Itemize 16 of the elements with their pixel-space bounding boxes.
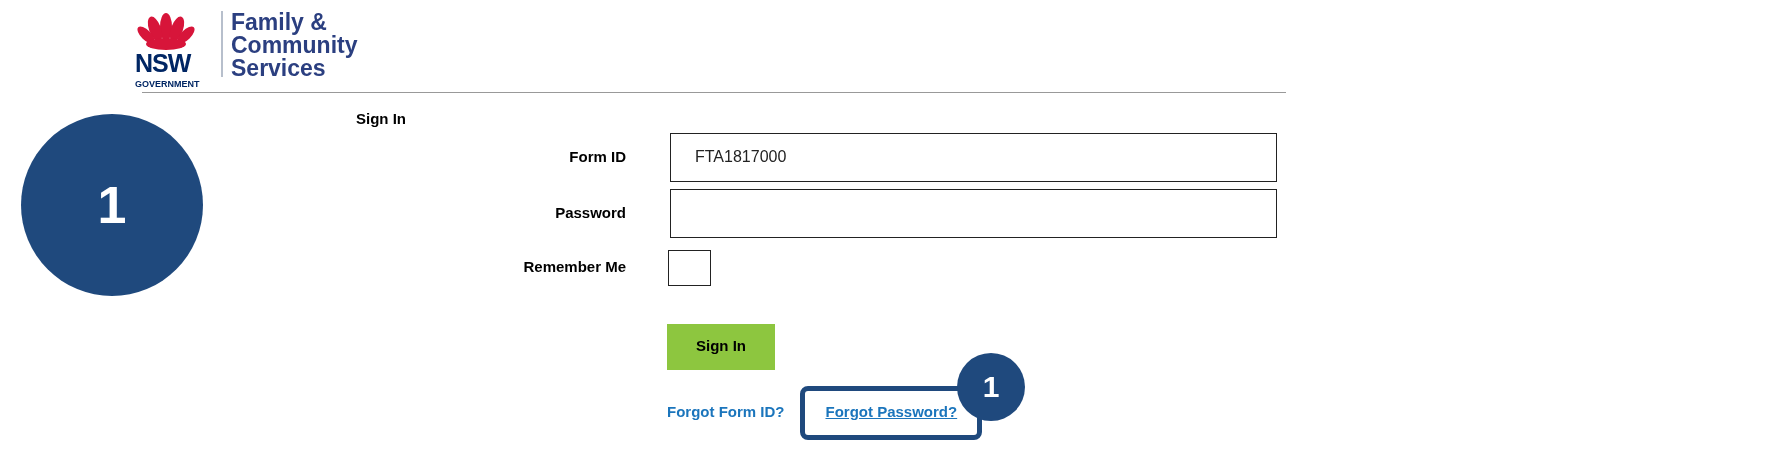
field-label: Password [554, 202, 626, 223]
field-label: Form ID [568, 146, 626, 167]
logo-wordmark: NSW [135, 51, 191, 76]
form-id-field[interactable]: FTA1817000 [670, 132, 1277, 182]
forgot-link[interactable]: Forgot Password? [825, 402, 958, 420]
step-marker: 1 [21, 114, 203, 296]
forgot-link[interactable]: Forgot Form ID? [667, 401, 785, 424]
logo-subtitle: GOVERNMENT [135, 80, 200, 89]
password-field[interactable] [670, 188, 1277, 238]
remember-checkbox[interactable] [668, 249, 711, 286]
waratah-flower-icon [135, 11, 197, 51]
logo-text: Services [231, 57, 326, 80]
field-label: Remember Me [522, 257, 626, 278]
form-title: Sign In [356, 109, 407, 129]
callout-marker: 1 [957, 352, 1026, 421]
sign-in-button[interactable]: Sign In [667, 323, 775, 370]
